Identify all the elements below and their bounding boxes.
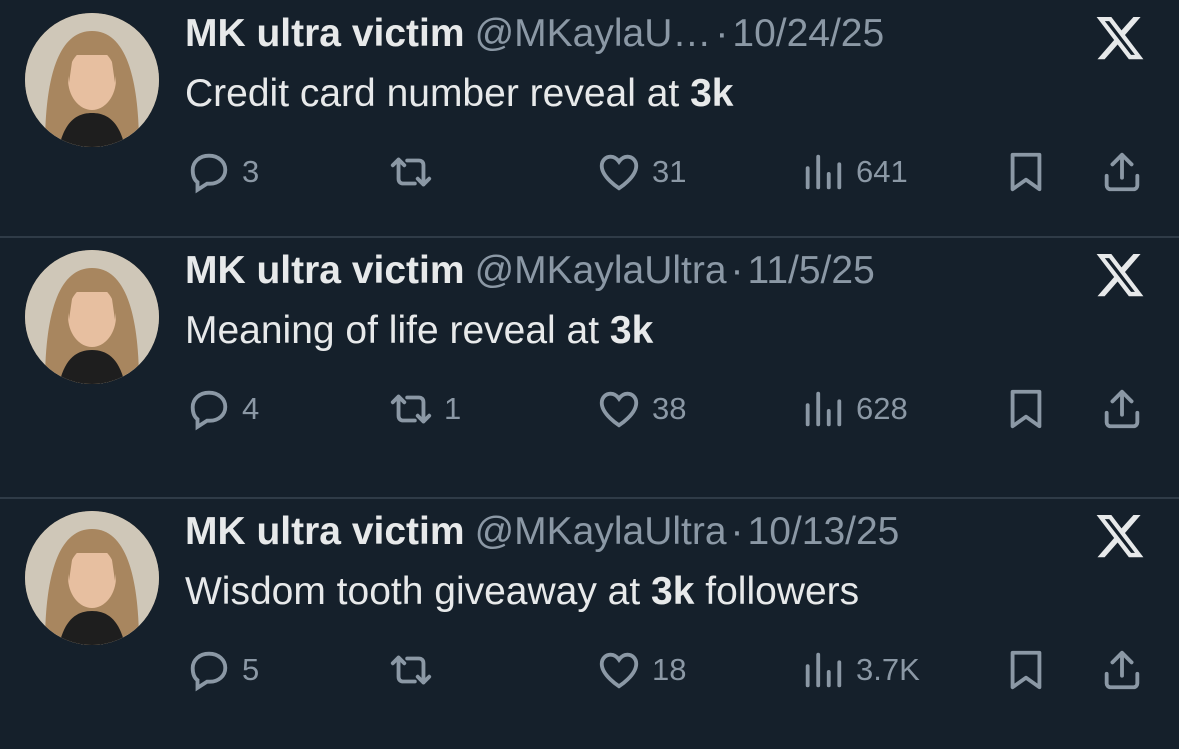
separator-dot: · bbox=[715, 12, 729, 55]
like-count: 31 bbox=[652, 154, 687, 189]
user-handle[interactable]: @MKaylaU… bbox=[475, 12, 712, 55]
share-button[interactable] bbox=[1099, 384, 1145, 434]
tweet[interactable]: MK ultra victim @MKaylaU… · 10/24/25 Credit… bbox=[0, 0, 1179, 237]
tweet-text: Meaning of life reveal at 3k bbox=[185, 307, 653, 355]
avatar[interactable] bbox=[25, 511, 159, 645]
like-button[interactable]: 38 bbox=[596, 384, 686, 434]
x-logo-icon bbox=[1092, 510, 1148, 562]
action-bar: 5 18 3.7K bbox=[0, 645, 1179, 695]
retweet-button[interactable] bbox=[388, 645, 444, 695]
avatar[interactable] bbox=[25, 250, 159, 384]
display-name[interactable]: MK ultra victim bbox=[185, 12, 465, 55]
share-button[interactable] bbox=[1099, 645, 1145, 695]
action-bar: 4 1 38 628 bbox=[0, 384, 1179, 434]
action-bar: 3 31 641 bbox=[0, 147, 1179, 197]
views-button[interactable]: 3.7K bbox=[800, 645, 920, 695]
x-logo-icon bbox=[1092, 249, 1148, 301]
tweet-text-bold: 3k bbox=[690, 72, 734, 115]
x-logo-icon bbox=[1092, 12, 1148, 64]
separator-dot: · bbox=[730, 249, 744, 292]
tweet-header: MK ultra victim @MKaylaUltra · 10/13/25 bbox=[185, 508, 899, 556]
reply-button[interactable]: 4 bbox=[186, 384, 259, 434]
share-icon bbox=[1104, 389, 1140, 429]
like-button[interactable]: 18 bbox=[596, 645, 686, 695]
tweet-date[interactable]: 10/13/25 bbox=[748, 510, 900, 553]
tweet-text-part: Meaning of life reveal at bbox=[185, 309, 610, 352]
like-count: 38 bbox=[652, 391, 687, 426]
heart-icon bbox=[599, 391, 639, 428]
heart-icon bbox=[599, 154, 639, 191]
bookmark-button[interactable] bbox=[1003, 384, 1049, 434]
view-count: 641 bbox=[856, 154, 908, 189]
bookmark-button[interactable] bbox=[1003, 645, 1049, 695]
reply-count: 5 bbox=[242, 652, 260, 687]
reply-button[interactable]: 5 bbox=[186, 645, 259, 695]
share-button[interactable] bbox=[1099, 147, 1145, 197]
tweet-header: MK ultra victim @MKaylaUltra · 11/5/25 bbox=[185, 247, 875, 295]
tweet[interactable]: MK ultra victim @MKaylaUltra · 11/5/25 Mean… bbox=[0, 237, 1179, 474]
heart-icon bbox=[599, 652, 639, 689]
views-icon bbox=[805, 154, 842, 190]
tweet-text: Credit card number reveal at 3k bbox=[185, 70, 733, 118]
reply-icon bbox=[190, 390, 228, 431]
bookmark-icon bbox=[1010, 389, 1042, 429]
retweet-icon bbox=[390, 157, 432, 187]
reply-icon bbox=[190, 651, 228, 692]
reply-count: 3 bbox=[242, 154, 260, 189]
display-name[interactable]: MK ultra victim bbox=[185, 249, 465, 292]
views-icon bbox=[805, 652, 842, 688]
tweet[interactable]: MK ultra victim @MKaylaUltra · 10/13/25 Wis… bbox=[0, 498, 1179, 735]
bookmark-icon bbox=[1010, 152, 1042, 192]
view-count: 628 bbox=[856, 391, 908, 426]
bookmark-button[interactable] bbox=[1003, 147, 1049, 197]
tweet-text-part: Wisdom tooth giveaway at bbox=[185, 570, 652, 613]
tweet-date[interactable]: 10/24/25 bbox=[732, 12, 884, 55]
avatar[interactable] bbox=[25, 13, 159, 147]
user-handle[interactable]: @MKaylaUltra bbox=[475, 249, 727, 292]
retweet-icon bbox=[390, 655, 432, 685]
retweet-button[interactable]: 1 bbox=[388, 384, 461, 434]
retweet-count: 1 bbox=[444, 391, 462, 426]
view-count: 3.7K bbox=[856, 652, 920, 687]
bookmark-icon bbox=[1010, 650, 1042, 690]
views-button[interactable]: 641 bbox=[800, 147, 908, 197]
share-icon bbox=[1104, 650, 1140, 690]
reply-button[interactable]: 3 bbox=[186, 147, 259, 197]
views-icon bbox=[805, 391, 842, 427]
tweet-text: Wisdom tooth giveaway at 3k followers bbox=[185, 568, 859, 616]
tweet-date[interactable]: 11/5/25 bbox=[748, 249, 875, 292]
user-handle[interactable]: @MKaylaUltra bbox=[475, 510, 727, 553]
display-name[interactable]: MK ultra victim bbox=[185, 510, 465, 553]
tweet-text-bold: 3k bbox=[651, 570, 695, 613]
like-count: 18 bbox=[652, 652, 687, 687]
tweet-text-part: Credit card number reveal at bbox=[185, 72, 691, 115]
tweet-text-part: followers bbox=[694, 570, 860, 613]
separator-dot: · bbox=[730, 510, 744, 553]
like-button[interactable]: 31 bbox=[596, 147, 686, 197]
retweet-button[interactable] bbox=[388, 147, 444, 197]
reply-count: 4 bbox=[242, 391, 260, 426]
retweet-icon bbox=[390, 394, 432, 424]
reply-icon bbox=[190, 153, 228, 194]
views-button[interactable]: 628 bbox=[800, 384, 908, 434]
tweet-header: MK ultra victim @MKaylaU… · 10/24/25 bbox=[185, 10, 884, 58]
tweet-text-bold: 3k bbox=[609, 309, 654, 352]
share-icon bbox=[1104, 152, 1140, 192]
